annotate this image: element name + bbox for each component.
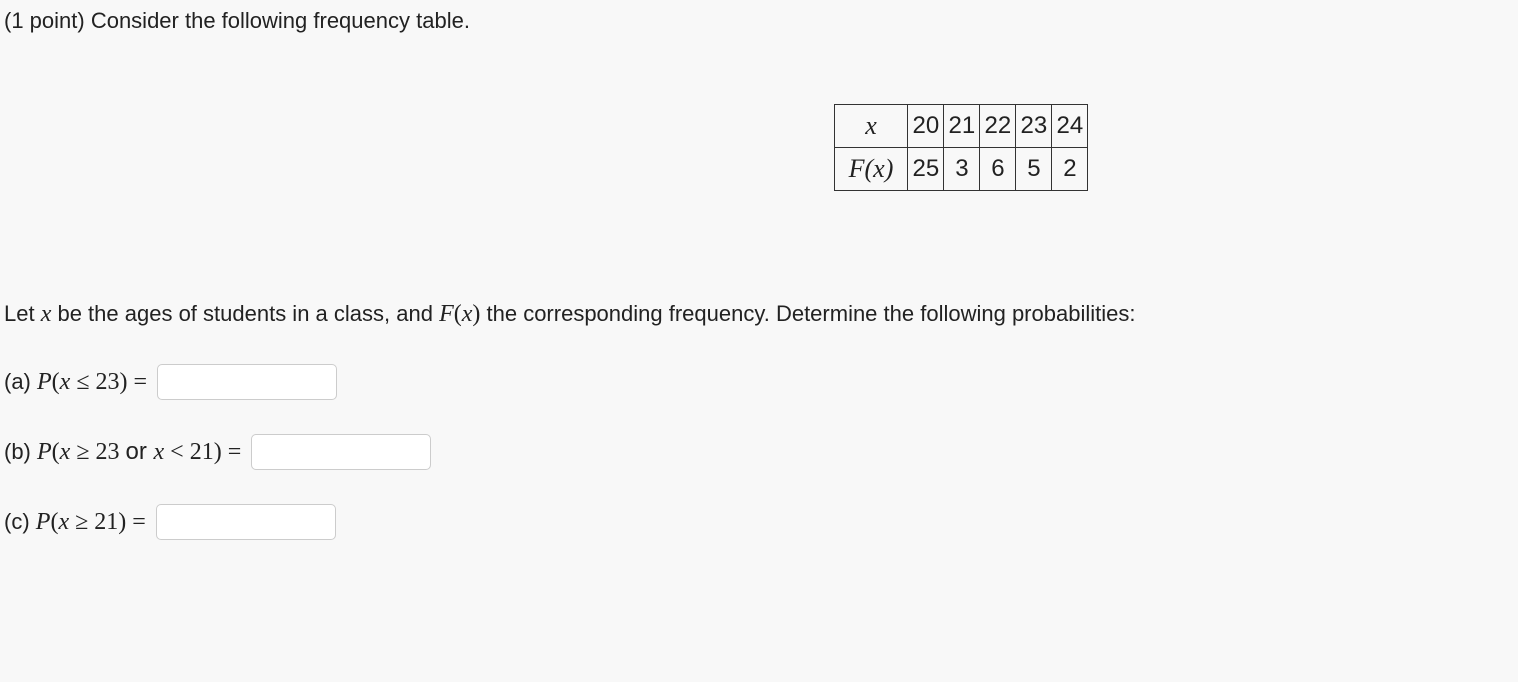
table-cell: 23 [1016,105,1052,148]
table-cell: 6 [980,148,1016,191]
table-row: x 20 21 22 23 24 [834,105,1088,148]
answer-a-input[interactable] [157,364,337,400]
description-text: Let x be the ages of students in a class… [4,301,1518,328]
table-header-x: x [834,105,908,148]
question-c-row: (c) P(x ≥ 21) = [4,504,1518,540]
question-b-row: (b) P(x ≥ 23 or x < 21) = [4,434,1518,470]
table-cell: 24 [1052,105,1088,148]
question-c-label: (c) P(x ≥ 21) = [4,509,146,536]
table-cell: 2 [1052,148,1088,191]
frequency-table-wrap: x 20 21 22 23 24 F(x) 25 3 6 5 2 [4,104,1518,191]
question-b-label: (b) P(x ≥ 23 or x < 21) = [4,438,241,466]
table-cell: 3 [944,148,980,191]
table-cell: 5 [1016,148,1052,191]
intro-text: (1 point) Consider the following frequen… [4,8,1518,34]
table-cell: 22 [980,105,1016,148]
answer-c-input[interactable] [156,504,336,540]
table-cell: 25 [908,148,944,191]
question-a-row: (a) P(x ≤ 23) = [4,364,1518,400]
table-header-fx: F(x) [834,148,908,191]
table-row: F(x) 25 3 6 5 2 [834,148,1088,191]
question-a-label: (a) P(x ≤ 23) = [4,369,147,396]
answer-b-input[interactable] [251,434,431,470]
table-cell: 20 [908,105,944,148]
frequency-table: x 20 21 22 23 24 F(x) 25 3 6 5 2 [834,104,1089,191]
table-cell: 21 [944,105,980,148]
